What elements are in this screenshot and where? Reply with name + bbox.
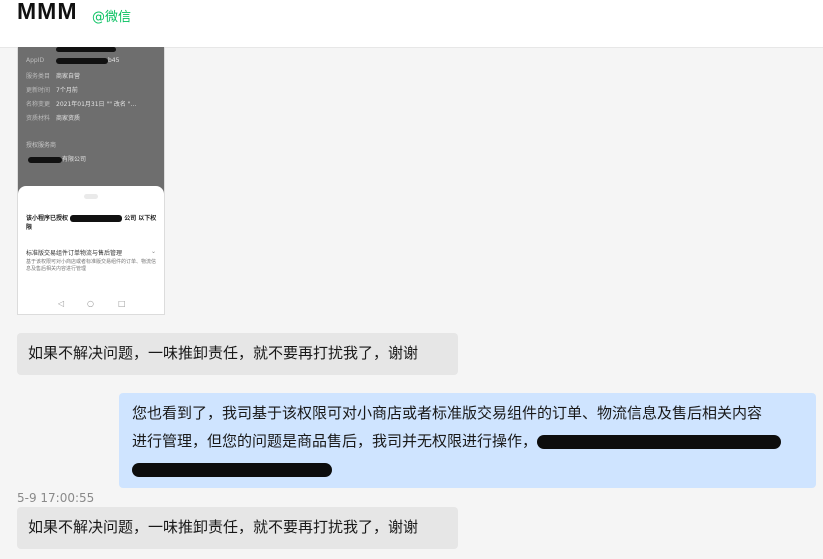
thumb-row <box>26 47 116 53</box>
message-text-line: 您也看到了，我司基于该权限可对小商店或者标准版交易组件的订单、物流信息及售后相关… <box>132 404 763 422</box>
screenshot-image-message[interactable]: AppID b45 服务类目 商家自营 更新时间 7个月前 名称变更 2021年01月3… <box>17 47 165 315</box>
redacted-text <box>132 462 332 477</box>
thumb-row: 更新时间 7个月前 <box>26 87 78 94</box>
contact-source-label: @微信 <box>92 10 132 25</box>
thumb-row: 资质材料 商家资质 <box>26 115 81 122</box>
back-icon: ◁ <box>58 299 65 308</box>
message-text: 如果不解决问题，一味推卸责任，就不要再打扰我了，谢谢 <box>28 518 419 536</box>
message-text: 如果不解决问题，一味推卸责任，就不要再打扰我了，谢谢 <box>28 344 419 362</box>
permission-sheet: 该小程序已授权 公司 以下权限 标准版交易组件订单物流与售后管理 ⌄ 基于该权限可… <box>18 186 164 314</box>
permission-name: 标准版交易组件订单物流与售后管理 ⌄ <box>26 248 156 257</box>
redacted-text <box>537 434 782 449</box>
message-text-line: 进行管理，但您的问题是商品售后，我司并无权限进行操作， <box>132 427 803 455</box>
thumb-row: 服务类目 商家自营 <box>26 73 81 80</box>
message-bubble-outgoing[interactable]: 您也看到了，我司基于该权限可对小商店或者标准版交易组件的订单、物流信息及售后相关… <box>119 393 816 488</box>
sheet-grab-handle <box>84 194 98 199</box>
message-text-line <box>132 455 803 483</box>
message-bubble-incoming[interactable]: 如果不解决问题，一味推卸责任，就不要再打扰我了，谢谢 <box>17 333 458 375</box>
chevron-icon: ⌄ <box>150 248 156 255</box>
thumb-row: 名称变更 2021年01月31日 "" 改名 "... <box>26 101 137 108</box>
home-icon: ○ <box>87 299 94 308</box>
recents-icon: □ <box>118 299 126 308</box>
chat-header: MMM @微信 <box>0 0 823 48</box>
sheet-title: 该小程序已授权 公司 以下权限 <box>26 215 157 231</box>
thumb-section-label: 授权服务商 <box>26 142 57 149</box>
message-timestamp: 5-9 17:00:55 <box>17 491 95 505</box>
thumb-row: AppID b45 <box>26 57 120 64</box>
contact-name: MMM <box>17 0 78 24</box>
message-bubble-incoming[interactable]: 如果不解决问题，一味推卸责任，就不要再打扰我了，谢谢 <box>17 507 458 549</box>
android-nav-bar: ◁ ○ □ <box>18 296 164 314</box>
permission-description: 基于该权限可对小商店或者标准版交易组件的订单、物流信息及售后相关内容进行管理 <box>26 259 157 272</box>
thumb-company: 有限公司 <box>26 154 86 163</box>
chat-area[interactable]: AppID b45 服务类目 商家自营 更新时间 7个月前 名称变更 2021年01月3… <box>0 47 823 559</box>
